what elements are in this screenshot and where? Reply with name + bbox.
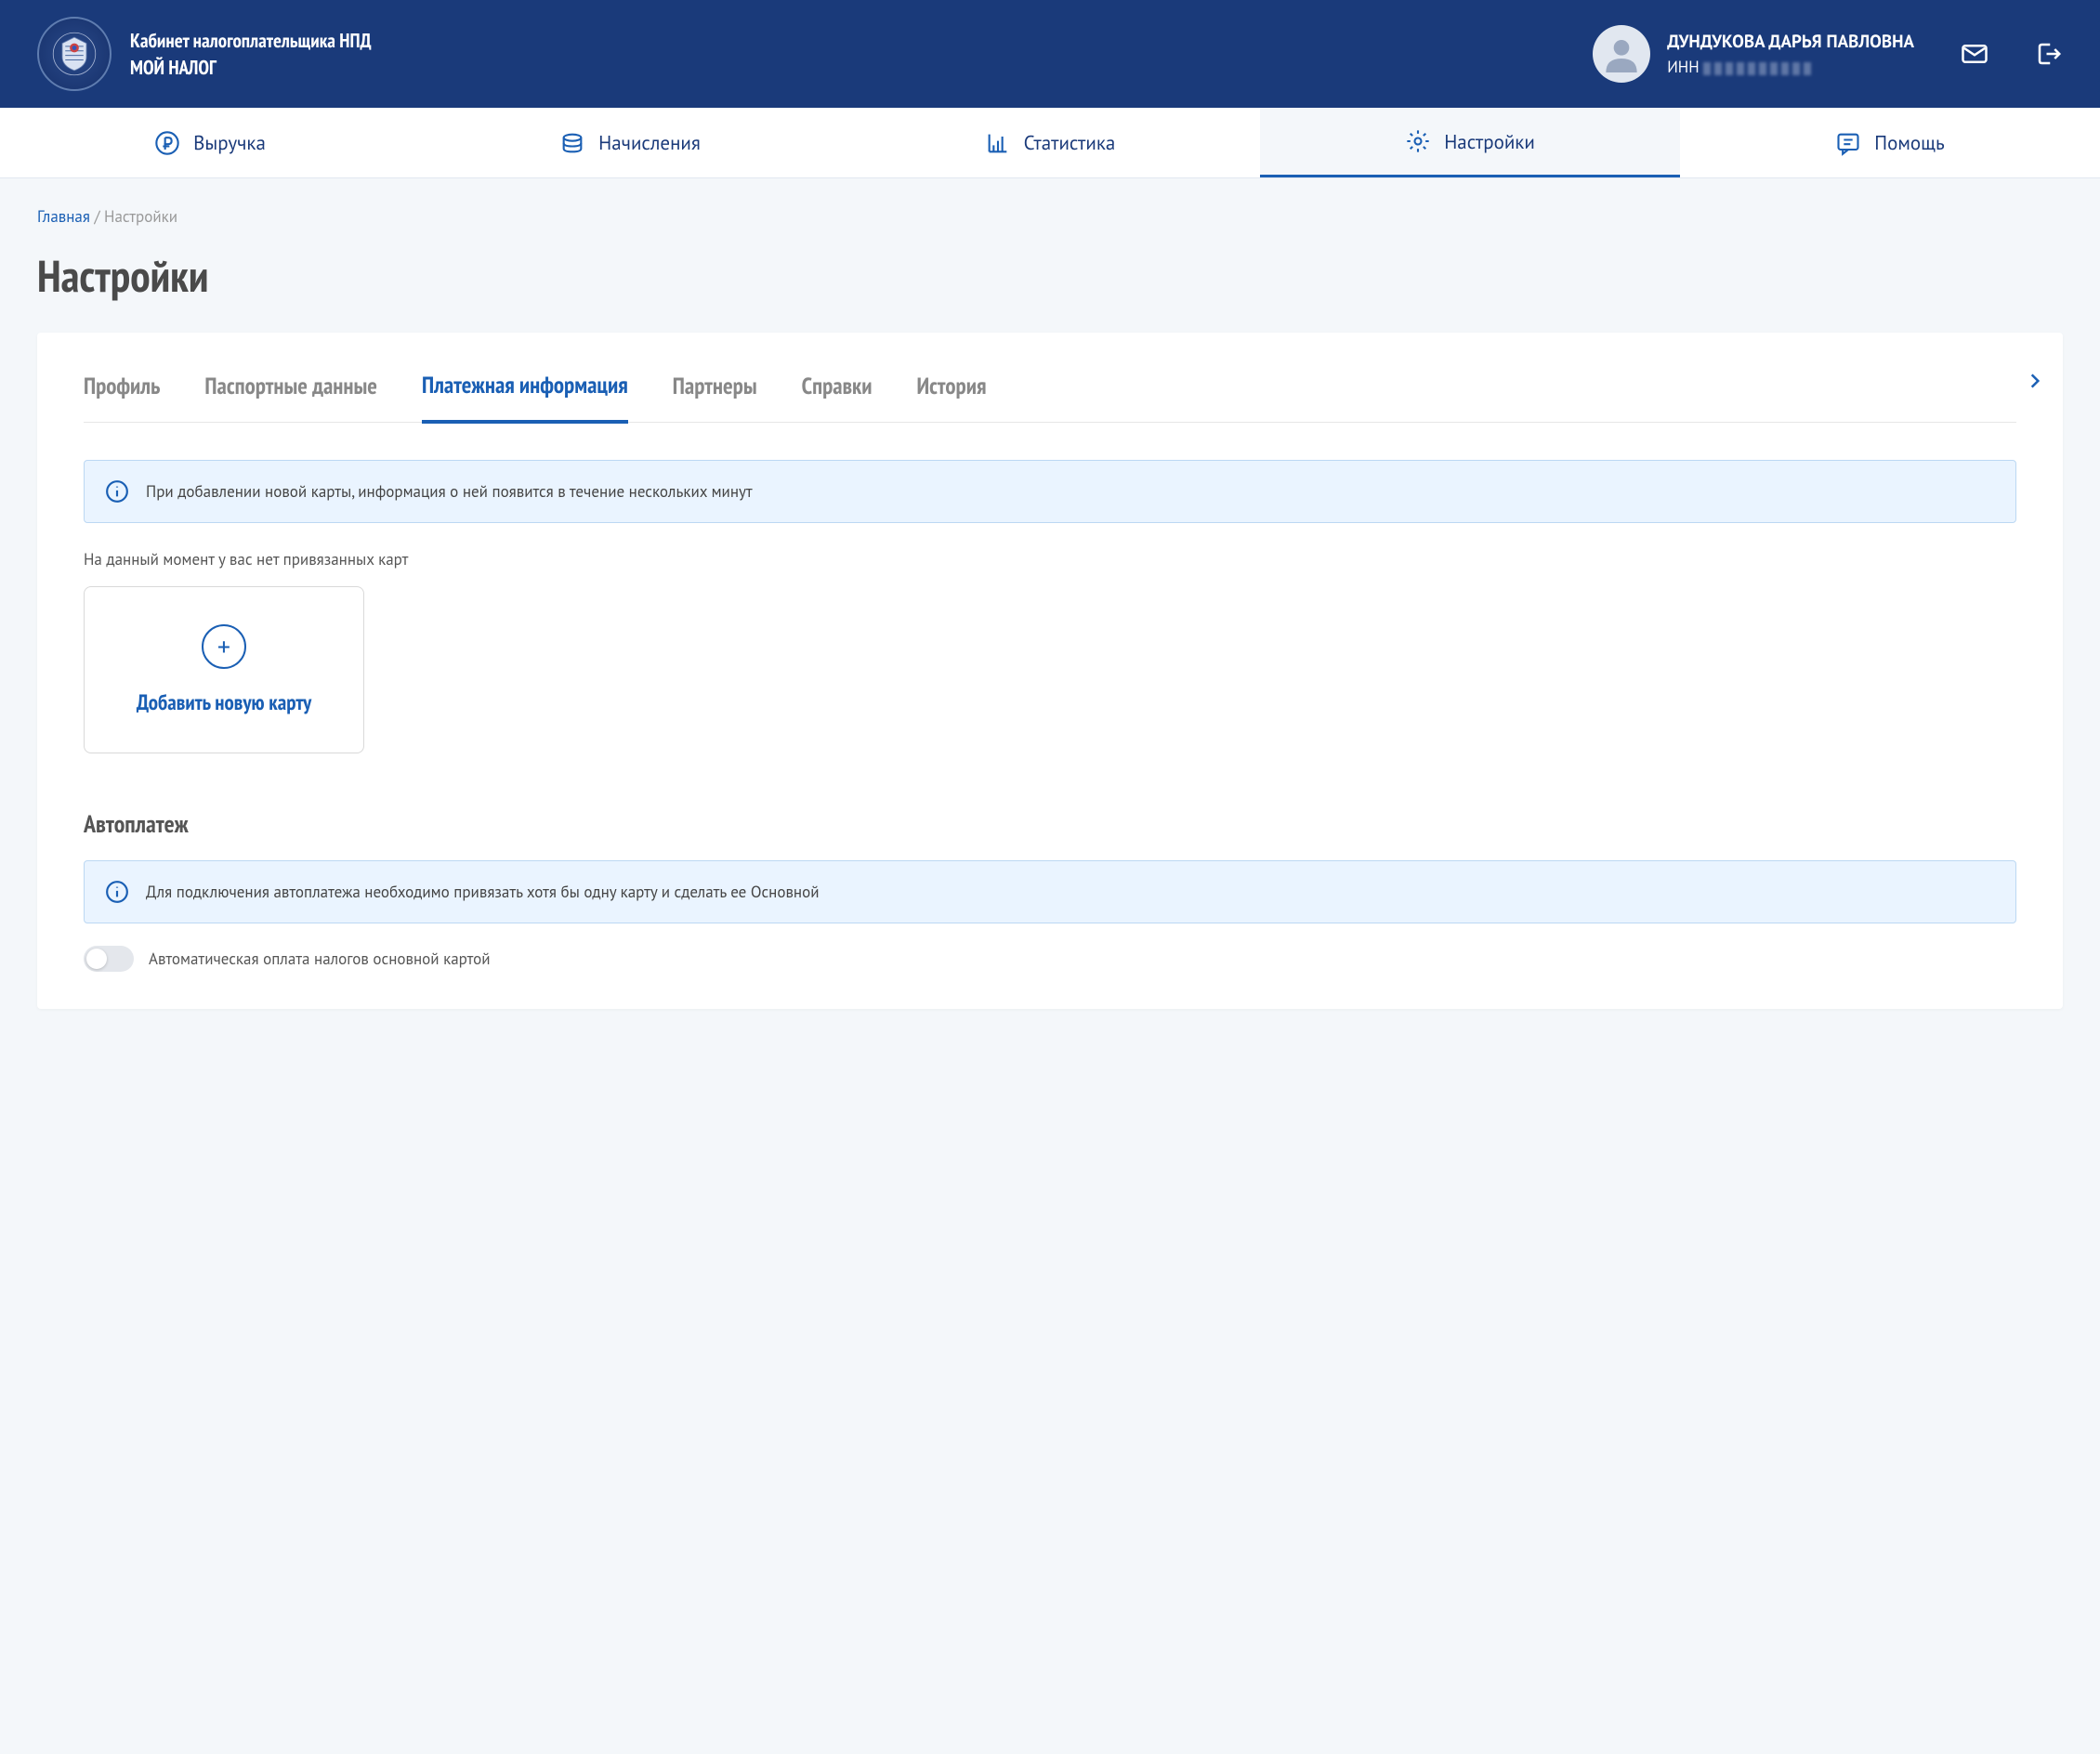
chevron-right-icon <box>2026 372 2044 390</box>
autopay-toggle-label: Автоматическая оплата налогов основной к… <box>149 949 490 969</box>
info-icon <box>105 880 129 904</box>
help-icon <box>1835 130 1861 156</box>
nav-tab-statistics[interactable]: Статистика <box>840 108 1260 177</box>
payment-info-box: При добавлении новой карты, информация о… <box>84 460 2016 523</box>
nav-tab-revenue[interactable]: Выручка <box>0 108 420 177</box>
nav-tab-label: Настройки <box>1444 129 1535 154</box>
subtab-history[interactable]: История <box>917 371 987 421</box>
nav-tab-label: Статистика <box>1024 130 1116 155</box>
user-info: ДУНДУКОВА ДАРЬЯ ПАВЛОВНА ИНН <box>1667 31 1914 77</box>
mail-icon[interactable] <box>1961 40 1988 68</box>
payment-section: При добавлении новой карты, информация о… <box>84 460 2016 972</box>
payment-info-text: При добавлении новой карты, информация о… <box>146 481 753 502</box>
page-body: Главная / Настройки Настройки Профиль Па… <box>0 178 2100 1055</box>
autopay-toggle[interactable] <box>84 946 134 972</box>
header-left: Кабинет налогоплательщика НПД МОЙ НАЛОГ <box>37 17 372 91</box>
logout-icon[interactable] <box>2035 40 2063 68</box>
page-title: Настройки <box>37 247 2063 305</box>
nav-tab-settings[interactable]: Настройки <box>1260 108 1680 177</box>
autopay-toggle-row: Автоматическая оплата налогов основной к… <box>84 946 2016 972</box>
breadcrumb-current: Настройки <box>104 206 177 227</box>
bar-chart-icon <box>985 130 1011 156</box>
no-cards-text: На данный момент у вас нет привязанных к… <box>84 549 2016 569</box>
user-inn: ИНН <box>1667 57 1914 77</box>
add-card-button[interactable]: + Добавить новую карту <box>84 586 364 753</box>
subtab-partners[interactable]: Партнеры <box>673 371 757 421</box>
settings-subtabs: Профиль Паспортные данные Платежная инфо… <box>84 370 2016 423</box>
logo-emblem <box>37 17 112 91</box>
user-name: ДУНДУКОВА ДАРЬЯ ПАВЛОВНА <box>1667 31 1914 53</box>
plus-icon: + <box>202 624 246 669</box>
autopay-info-box: Для подключения автоплатежа необходимо п… <box>84 860 2016 923</box>
subtab-references[interactable]: Справки <box>802 371 873 421</box>
info-icon <box>105 479 129 504</box>
header-right: ДУНДУКОВА ДАРЬЯ ПАВЛОВНА ИНН <box>1593 25 2063 83</box>
subtab-profile[interactable]: Профиль <box>84 371 160 421</box>
subtab-scroll-right[interactable] <box>2026 372 2044 395</box>
user-block[interactable]: ДУНДУКОВА ДАРЬЯ ПАВЛОВНА ИНН <box>1593 25 1914 83</box>
breadcrumb: Главная / Настройки <box>37 206 2063 227</box>
avatar <box>1593 25 1650 83</box>
nav-tab-label: Начисления <box>598 130 701 155</box>
breadcrumb-home[interactable]: Главная <box>37 206 90 227</box>
add-card-label: Добавить новую карту <box>137 689 311 716</box>
gear-icon <box>1405 128 1431 154</box>
ruble-icon <box>154 130 180 156</box>
subtab-payment[interactable]: Платежная информация <box>422 370 628 424</box>
autopay-info-text: Для подключения автоплатежа необходимо п… <box>146 882 820 902</box>
nav-tab-accruals[interactable]: Начисления <box>420 108 840 177</box>
nav-tab-label: Помощь <box>1874 130 1944 155</box>
nav-tab-help[interactable]: Помощь <box>1680 108 2100 177</box>
nav-tab-label: Выручка <box>193 130 266 155</box>
app-title: Кабинет налогоплательщика НПД МОЙ НАЛОГ <box>130 28 372 80</box>
main-nav: Выручка Начисления Статистика Настройки … <box>0 108 2100 178</box>
coins-icon <box>559 130 585 156</box>
inn-masked <box>1703 62 1815 75</box>
app-title-line2: МОЙ НАЛОГ <box>130 55 372 80</box>
app-header: Кабинет налогоплательщика НПД МОЙ НАЛОГ … <box>0 0 2100 108</box>
subtab-passport[interactable]: Паспортные данные <box>204 371 377 421</box>
settings-card: Профиль Паспортные данные Платежная инфо… <box>37 333 2063 1009</box>
app-title-line1: Кабинет налогоплательщика НПД <box>130 28 372 53</box>
autopay-title: Автоплатеж <box>84 809 2016 840</box>
